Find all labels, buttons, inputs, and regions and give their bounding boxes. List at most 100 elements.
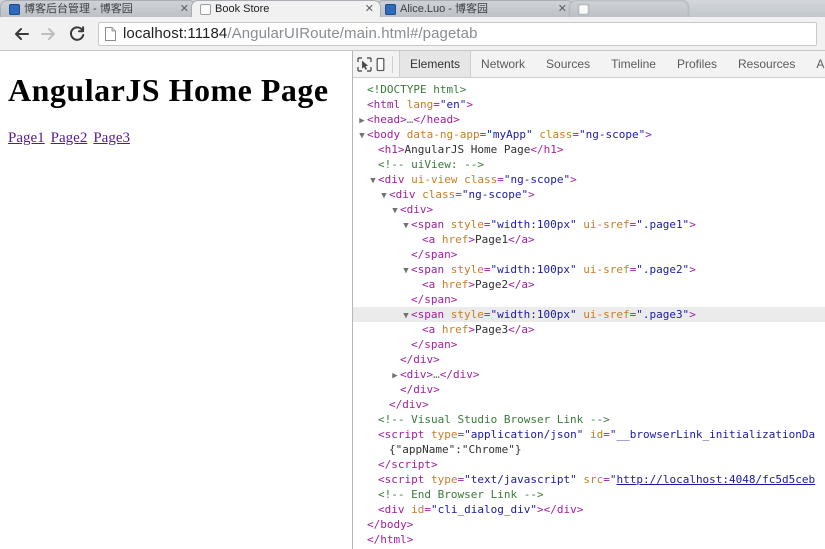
twisty-collapsed-icon[interactable]: ▶: [357, 114, 367, 127]
reload-button[interactable]: [64, 21, 90, 47]
twisty-expanded-icon[interactable]: ▼: [379, 189, 389, 202]
dom-node-row[interactable]: ▼ <span style="width:100px" ui-sref=".pag…: [353, 217, 825, 232]
browser-tab[interactable]: 博客后台管理 - 博客园 ✕: [0, 0, 196, 17]
dom-token-punct: <: [389, 188, 396, 201]
dom-token-sp: [583, 428, 590, 441]
dom-node-row[interactable]: </span>: [353, 247, 825, 262]
devtools-tab-audits[interactable]: Audits: [806, 51, 825, 77]
address-bar[interactable]: localhost:11184/AngularUIRoute/main.html…: [98, 21, 817, 46]
dom-node-row[interactable]: ▼ <div ui-view class="ng-scope">: [353, 172, 825, 187]
twisty-expanded-icon[interactable]: ▼: [401, 219, 411, 232]
dom-node-row[interactable]: <div id="cli_dialog_div"></div>: [353, 502, 825, 517]
dom-token-punct: <: [400, 368, 407, 381]
dom-token-punct: <: [378, 428, 385, 441]
dom-token-punct: <: [378, 473, 385, 486]
dom-token-punct: >: [472, 368, 480, 381]
tab-close-icon[interactable]: ✕: [558, 3, 567, 15]
dom-token-text: {"appName":"Chrome"}: [389, 443, 522, 456]
dom-token-text: Page3: [475, 323, 509, 336]
devtools-tab-sources[interactable]: Sources: [536, 51, 601, 77]
dom-node-row[interactable]: <script type="text/javascript" src="http…: [353, 472, 825, 487]
blank-page-favicon-icon: [578, 3, 589, 15]
dom-token-val: "width:100px": [490, 218, 577, 231]
dom-node-row[interactable]: <a href>Page2</a>: [353, 277, 825, 292]
devtools-tab-elements[interactable]: Elements: [399, 51, 472, 77]
dom-token-link[interactable]: http://localhost:4048/fc5d5ceb: [616, 473, 815, 486]
devtools-tab-resources[interactable]: Resources: [728, 51, 806, 77]
dom-node-row[interactable]: </body>: [353, 517, 825, 532]
forward-arrow-icon: [41, 27, 55, 40]
dom-node-row[interactable]: <a href>Page1</a>: [353, 232, 825, 247]
browser-window: 博客后台管理 - 博客园 ✕ Book Store ✕ Alice.Luo - 博客园 ✕: [0, 0, 825, 549]
forward-button[interactable]: [36, 21, 62, 47]
device-toolbar-icon[interactable]: [373, 53, 388, 75]
dom-node-row-selected[interactable]: ▼ <span style="width:100px" ui-sref=".pag…: [353, 307, 825, 322]
inspect-element-icon[interactable]: [357, 53, 372, 75]
tab-title: 博客后台管理 - 博客园: [24, 2, 133, 15]
twisty-expanded-icon[interactable]: ▼: [368, 174, 378, 187]
dom-tree[interactable]: <!DOCTYPE html> <html lang="en"> ▶ <head>……: [353, 78, 825, 549]
dom-node-row[interactable]: ▼ <span style="width:100px" ui-sref=".pag…: [353, 262, 825, 277]
dom-node-row[interactable]: <h1>AngularJS Home Page</h1>: [353, 142, 825, 157]
dom-token-punct: <: [411, 218, 418, 231]
dom-token-punct: >: [433, 383, 440, 396]
back-arrow-icon: [15, 27, 29, 40]
dom-node-row[interactable]: <!-- uiView: -->: [353, 157, 825, 172]
dom-node-row[interactable]: </script>: [353, 457, 825, 472]
tab-close-icon[interactable]: ✕: [180, 3, 189, 15]
devtools-tab-profiles[interactable]: Profiles: [667, 51, 728, 77]
dom-node-row[interactable]: <!DOCTYPE html>: [353, 82, 825, 97]
dom-token-attr: ui-view: [411, 173, 458, 186]
page-link-page2[interactable]: Page2: [51, 130, 88, 146]
dom-node-row[interactable]: {"appName":"Chrome"}: [353, 442, 825, 457]
dom-token-punct: >: [468, 278, 475, 291]
dom-token-val: "ng-scope": [461, 188, 529, 201]
dom-token-punct: </: [508, 278, 522, 291]
tab-close-icon[interactable]: ✕: [365, 3, 374, 15]
dom-token-attr: lang: [406, 98, 434, 111]
dom-node-row[interactable]: ▼ <div>: [353, 202, 825, 217]
twisty-collapsed-icon[interactable]: ▶: [390, 369, 400, 382]
page-link-page3[interactable]: Page3: [93, 130, 130, 146]
browser-tab[interactable]: [569, 0, 689, 17]
dom-token-punct: >: [689, 308, 696, 321]
dom-node-row[interactable]: <!-- End Browser Link -->: [353, 487, 825, 502]
twisty-expanded-icon[interactable]: ▼: [357, 129, 367, 142]
dom-token-punct: </: [413, 113, 427, 126]
twisty-expanded-icon[interactable]: ▼: [401, 264, 411, 277]
browser-tab[interactable]: Book Store ✕: [191, 0, 381, 17]
dom-node-row[interactable]: </html>: [353, 532, 825, 547]
rendered-page: AngularJS Home Page Page1 Page2 Page3: [0, 51, 352, 549]
dom-token-punct: </: [411, 293, 425, 306]
dom-token-tag: div: [413, 353, 434, 366]
dom-node-row[interactable]: ▼ <body data-ng-app="myApp" class="ng-sco…: [353, 127, 825, 142]
devtools-tab-timeline[interactable]: Timeline: [601, 51, 667, 77]
browser-tab[interactable]: Alice.Luo - 博客园 ✕: [376, 0, 574, 17]
dom-node-row[interactable]: <html lang="en">: [353, 97, 825, 112]
dom-node-row[interactable]: </span>: [353, 292, 825, 307]
dom-node-row[interactable]: </div>: [353, 397, 825, 412]
dom-node-row[interactable]: </span>: [353, 337, 825, 352]
dom-token-sp: [435, 233, 442, 246]
dom-node-row[interactable]: <a href>Page3</a>: [353, 322, 825, 337]
dom-token-attr: href: [441, 323, 469, 336]
back-button[interactable]: [8, 21, 34, 47]
dom-node-row[interactable]: ▶ <head>…</head>: [353, 112, 825, 127]
dom-node-row[interactable]: </div>: [353, 382, 825, 397]
devtools-tab-network[interactable]: Network: [471, 51, 536, 77]
dom-token-attr: type: [431, 428, 458, 441]
dom-token-attr: href: [441, 233, 469, 246]
dom-token-punct: </: [400, 383, 414, 396]
dom-node-row[interactable]: ▼ <div class="ng-scope">: [353, 187, 825, 202]
dom-token-punct: <: [422, 323, 429, 336]
dom-token-punct: </: [508, 233, 522, 246]
twisty-expanded-icon[interactable]: ▼: [401, 309, 411, 322]
page-link-page1[interactable]: Page1: [8, 130, 45, 146]
dom-token-punct: </: [530, 143, 544, 156]
dom-node-row[interactable]: <!-- Visual Studio Browser Link -->: [353, 412, 825, 427]
dom-node-row[interactable]: <script type="application/json" id="__br…: [353, 427, 825, 442]
dom-token-tag: span: [424, 338, 451, 351]
twisty-expanded-icon[interactable]: ▼: [390, 204, 400, 217]
dom-node-row[interactable]: ▶ <div>…</div>: [353, 367, 825, 382]
dom-node-row[interactable]: </div>: [353, 352, 825, 367]
